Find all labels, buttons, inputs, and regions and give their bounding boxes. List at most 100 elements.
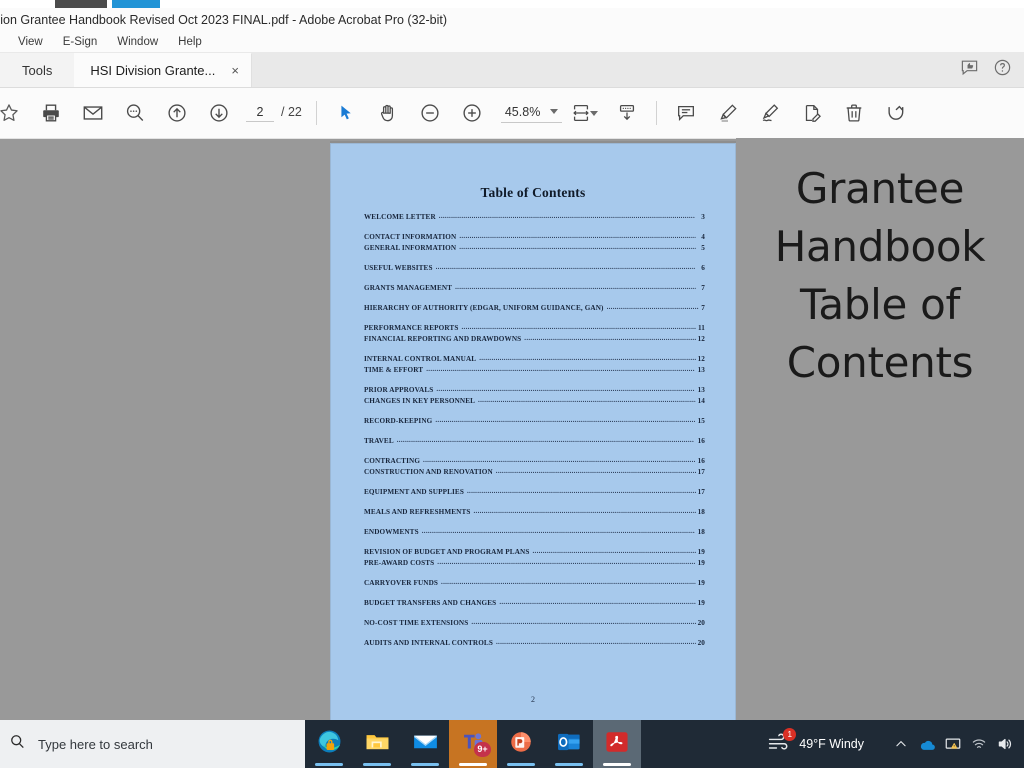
title-bar: sion Grantee Handbook Revised Oct 2023 F… <box>0 8 1024 32</box>
edge-running-indicator <box>315 763 343 766</box>
next-page-icon[interactable] <box>198 91 240 135</box>
background-window-chip-blue <box>112 0 160 8</box>
toc-entry[interactable]: USEFUL WEBSITES.........................… <box>364 264 705 276</box>
tab-document[interactable]: HSI Division Grante... × <box>74 53 251 87</box>
toc-entry[interactable]: PRE-AWARD COSTS.........................… <box>364 559 705 571</box>
file-explorer-running-indicator <box>363 763 391 766</box>
toc-entry-page: 13 <box>697 386 705 394</box>
scroll-mode-icon[interactable] <box>606 91 648 135</box>
hand-tool-icon[interactable] <box>367 91 409 135</box>
toc-entry[interactable]: GRANTS MANAGEMENT.......................… <box>364 284 705 296</box>
toc-leader-dots: ........................................… <box>426 366 695 373</box>
toc-entry-label: CONTRACTING <box>364 457 421 465</box>
search-input[interactable]: Type here to search <box>0 720 305 768</box>
toc-entry[interactable]: TIME & EFFORT...........................… <box>364 366 705 378</box>
toc-entry-page: 18 <box>697 508 705 516</box>
toc-entry-label: CARRYOVER FUNDS <box>364 579 439 587</box>
menu-item-help[interactable]: Help <box>168 34 212 50</box>
wifi-icon[interactable] <box>966 720 992 768</box>
select-tool-icon[interactable] <box>325 91 367 135</box>
tab-tools[interactable]: Tools <box>0 53 75 87</box>
toc-entry[interactable]: CONSTRUCTION AND RENOVATION.............… <box>364 468 705 480</box>
sign-icon[interactable] <box>749 91 791 135</box>
menu-item-esign[interactable]: E-Sign <box>53 34 108 50</box>
toc-entry[interactable]: ENDOWMENTS..............................… <box>364 528 705 540</box>
zoom-in-icon[interactable] <box>451 91 493 135</box>
toc-entry-page: 5 <box>701 244 705 252</box>
toc-leader-dots: ........................................… <box>437 559 695 566</box>
toc-leader-dots: ........................................… <box>495 468 696 475</box>
search-icon[interactable] <box>114 91 156 135</box>
pdf-page[interactable]: Table of Contents WELCOME LETTER........… <box>331 144 735 720</box>
taskbar-button-edge[interactable] <box>305 720 353 768</box>
toc-entry-page: 19 <box>697 548 705 556</box>
weather-text: 49°F Windy <box>799 737 864 751</box>
weather-windy-icon: 1 <box>767 727 797 757</box>
desktop-background <box>0 0 1024 8</box>
toc-leader-dots: ........................................… <box>606 304 700 311</box>
menu-bar: View E-Sign Window Help <box>0 32 1024 52</box>
toc-entry[interactable]: NO-COST TIME EXTENSIONS.................… <box>364 619 705 631</box>
fit-page-chevron-down-icon[interactable] <box>590 110 599 116</box>
tab-close-button[interactable]: × <box>225 64 245 77</box>
mail-running-indicator <box>411 763 439 766</box>
onedrive-icon[interactable] <box>914 720 940 768</box>
toc-entry[interactable]: GENERAL INFORMATION.....................… <box>364 244 705 256</box>
taskbar-button-outlook[interactable] <box>545 720 593 768</box>
email-icon[interactable] <box>72 91 114 135</box>
stamp-icon[interactable] <box>791 91 833 135</box>
toc-entry-page: 15 <box>697 417 705 425</box>
toc-entry[interactable]: BUDGET TRANSFERS AND CHANGES............… <box>364 599 705 611</box>
toc-entry-page: 19 <box>697 579 705 587</box>
page-number-input[interactable] <box>246 104 274 122</box>
menu-item-view[interactable]: View <box>8 34 53 50</box>
toc-entry[interactable]: TRAVEL..................................… <box>364 437 705 449</box>
toc-entry-label: WELCOME LETTER <box>364 213 436 221</box>
toc-entry[interactable]: FINANCIAL REPORTING AND DRAWDOWNS.......… <box>364 335 705 347</box>
print-icon[interactable] <box>30 91 72 135</box>
show-hidden-icons-icon[interactable] <box>888 720 914 768</box>
comment-icon[interactable] <box>665 91 707 135</box>
menu-item-window[interactable]: Window <box>107 34 168 50</box>
volume-icon[interactable] <box>992 720 1018 768</box>
highlight-icon[interactable] <box>707 91 749 135</box>
toc-entry[interactable]: CARRYOVER FUNDS.........................… <box>364 579 705 591</box>
taskbar-button-file-explorer[interactable] <box>353 720 401 768</box>
delete-icon[interactable] <box>833 91 875 135</box>
taskbar-button-teams[interactable]: 9+ <box>449 720 497 768</box>
toc-entry[interactable]: AUDITS AND INTERNAL CONTROLS............… <box>364 639 705 651</box>
toc-entry[interactable]: WELCOME LETTER..........................… <box>364 213 705 225</box>
rotate-icon[interactable] <box>875 91 917 135</box>
powerpoint-icon <box>508 729 534 760</box>
display-warning-icon[interactable] <box>940 720 966 768</box>
taskbar-button-mail[interactable] <box>401 720 449 768</box>
help-icon[interactable] <box>993 58 1012 82</box>
taskbar: Type here to search 9+ 1 49°F Windy <box>0 720 1024 768</box>
toolbar-divider-2 <box>656 101 658 125</box>
weather-widget[interactable]: 1 49°F Windy <box>757 720 874 768</box>
toc-entry[interactable]: RECORD-KEEPING..........................… <box>364 417 705 429</box>
toc-entry-label: CHANGES IN KEY PERSONNEL <box>364 397 476 405</box>
toc-entry-label: NO-COST TIME EXTENSIONS <box>364 619 469 627</box>
tab-strip-actions <box>960 58 1012 82</box>
toc-entry-page: 7 <box>701 284 705 292</box>
toc-entry-label: PRIOR APPROVALS <box>364 386 434 394</box>
chevron-down-icon[interactable] <box>550 109 559 114</box>
taskbar-button-powerpoint[interactable] <box>497 720 545 768</box>
toc-entry-label: GENERAL INFORMATION <box>364 244 457 252</box>
toc-entry[interactable]: HIERARCHY OF AUTHORITY (EDGAR, UNIFORM G… <box>364 304 705 316</box>
toc-leader-dots: ........................................… <box>479 355 696 362</box>
zoom-out-icon[interactable] <box>409 91 451 135</box>
toc-entry-label: PERFORMANCE REPORTS <box>364 324 459 332</box>
toc-entry[interactable]: CHANGES IN KEY PERSONNEL................… <box>364 397 705 409</box>
toc-entry-label: TIME & EFFORT <box>364 366 424 374</box>
feedback-icon[interactable] <box>960 58 979 82</box>
zoom-level-control[interactable]: 45.8% <box>500 104 563 123</box>
toc-entry-page: 12 <box>697 355 705 363</box>
page-navigation: / 22 <box>246 104 302 122</box>
toc-entry[interactable]: EQUIPMENT AND SUPPLIES..................… <box>364 488 705 500</box>
toc-entry[interactable]: MEALS AND REFRESHMENTS..................… <box>364 508 705 520</box>
taskbar-button-acrobat[interactable] <box>593 720 641 768</box>
previous-page-icon[interactable] <box>156 91 198 135</box>
star-icon[interactable] <box>0 91 30 135</box>
